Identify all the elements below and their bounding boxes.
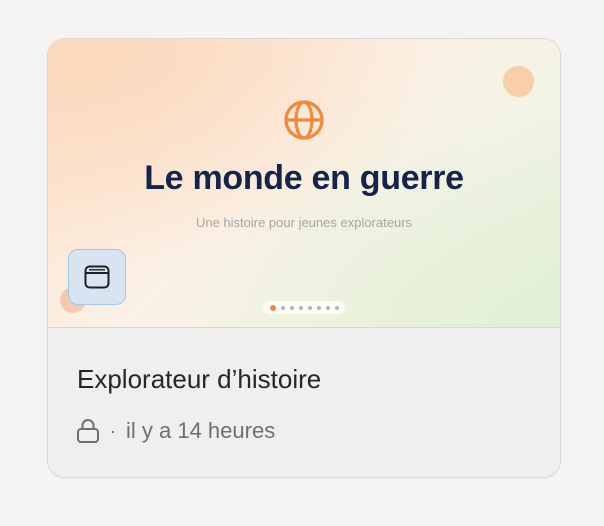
card-title[interactable]: Explorateur d’histoire — [77, 364, 321, 395]
globe-icon — [284, 100, 324, 140]
open-app-button[interactable] — [68, 249, 126, 305]
preview-title: Le monde en guerre — [144, 159, 464, 197]
pager-dot[interactable] — [334, 305, 339, 310]
meta-separator: · — [110, 420, 116, 441]
pager-dot[interactable] — [307, 305, 312, 310]
slide-pager — [263, 301, 345, 314]
pager-dot[interactable] — [325, 305, 330, 310]
decorative-circle — [503, 66, 534, 97]
card-meta: · il y a 14 heures — [76, 416, 275, 446]
lock-icon — [77, 419, 99, 443]
card-timestamp: il y a 14 heures — [126, 418, 276, 443]
preview-subtitle: Une histoire pour jeunes explorateurs — [195, 215, 413, 230]
card-preview[interactable]: Le monde en guerre Une histoire pour jeu… — [48, 39, 560, 328]
pager-dot[interactable] — [298, 305, 303, 310]
project-card[interactable]: Le monde en guerre Une histoire pour jeu… — [47, 38, 561, 478]
window-icon — [84, 265, 110, 289]
pager-dot-active[interactable] — [269, 304, 276, 311]
window-frame: Le monde en guerre Une histoire pour jeu… — [0, 0, 604, 526]
pager-dot[interactable] — [316, 305, 321, 310]
pager-dot[interactable] — [280, 305, 285, 310]
pager-dot[interactable] — [289, 305, 294, 310]
card-info: Explorateur d’histoire · il y a 14 heure… — [48, 328, 560, 477]
